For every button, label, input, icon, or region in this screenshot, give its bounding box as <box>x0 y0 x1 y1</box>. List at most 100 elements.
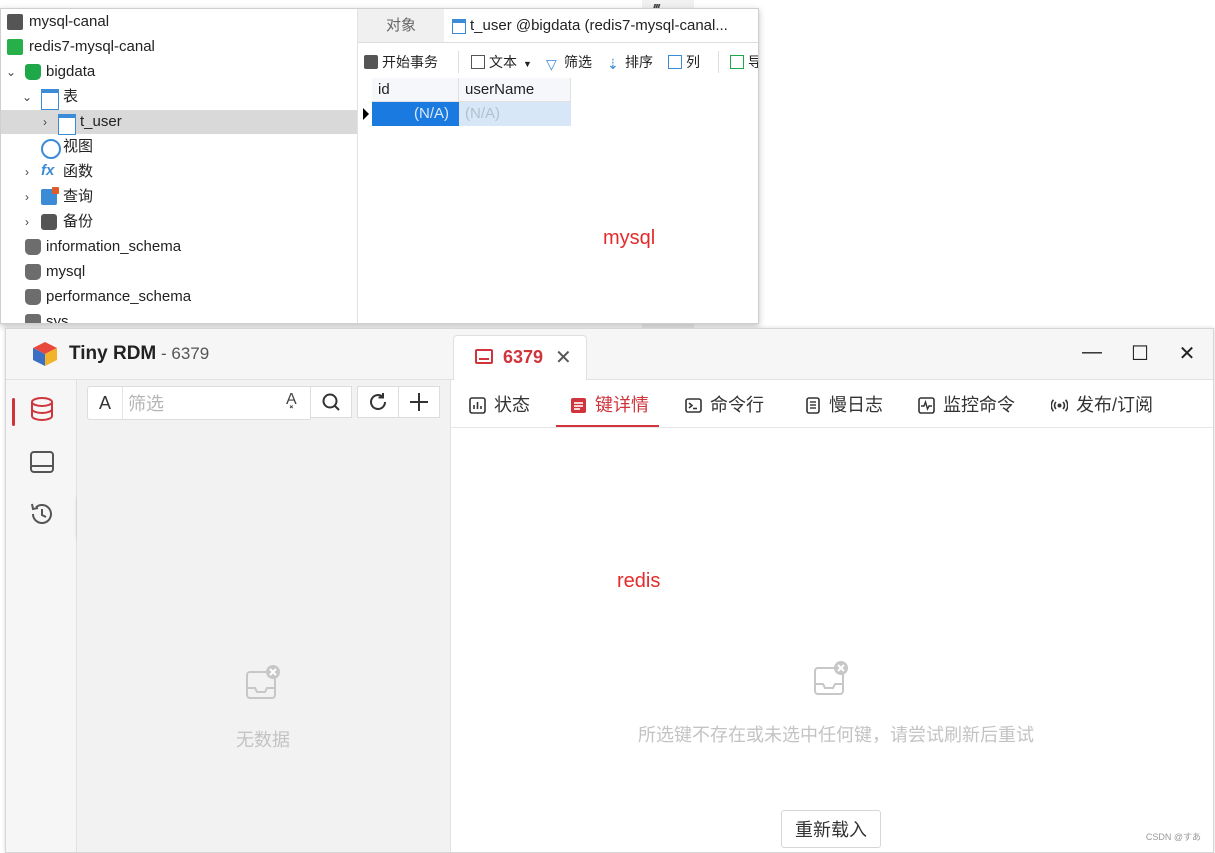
begin-transaction-button[interactable]: 开始事务 <box>364 51 438 73</box>
annotation-mysql: mysql <box>603 227 656 249</box>
filter-box: A A͓ <box>87 386 312 421</box>
app-title: Tiny RDM <box>69 343 157 364</box>
close-icon[interactable]: ✕ <box>555 345 572 370</box>
search-button[interactable] <box>310 386 352 418</box>
caret-down-icon: ▼ <box>523 59 532 69</box>
tab-monitor[interactable]: 监控命令 <box>918 391 1015 417</box>
tree-item-redis7-mysql-canal[interactable]: redis7-mysql-canal <box>1 35 357 59</box>
filter-type-button[interactable]: A <box>88 387 123 419</box>
tab-status[interactable]: 状态 <box>469 391 530 417</box>
tab-pubsub[interactable]: 发布/订阅 <box>1051 391 1153 417</box>
tab-cli[interactable]: 命令行 <box>685 391 764 417</box>
side-nav <box>6 380 77 852</box>
chevron-right-icon[interactable]: › <box>39 110 51 134</box>
backup-icon <box>41 214 57 230</box>
tab-key-detail[interactable]: 键详情 <box>570 391 649 417</box>
tree-item-mysql[interactable]: mysql <box>1 260 357 284</box>
tab-slow-log[interactable]: 慢日志 <box>804 391 883 417</box>
filter-input[interactable] <box>126 387 280 421</box>
column-header-id[interactable]: id <box>372 78 459 102</box>
refresh-button[interactable] <box>357 386 399 418</box>
columns-button[interactable]: 列 <box>668 51 700 73</box>
tree-item-queries[interactable]: › 查询 <box>1 185 357 209</box>
import-button[interactable]: 导 <box>730 51 758 73</box>
active-indicator <box>12 398 15 426</box>
tree-item-sys[interactable]: sys <box>1 310 357 324</box>
empty-inbox-icon <box>246 665 280 699</box>
tree-item-bigdata[interactable]: ⌄ bigdata <box>1 60 357 84</box>
active-tab-underline <box>556 425 659 427</box>
tab-t-user[interactable]: t_user @bigdata (redis7-mysql-canal... <box>444 9 758 42</box>
connection-icon <box>7 39 23 55</box>
content-area: 状态 键详情 命令行 慢日志 监控命令 发布/订阅 redis 所选键不存在或未… <box>451 380 1213 852</box>
history-icon[interactable] <box>28 500 56 528</box>
cell-username[interactable]: (N/A) <box>459 102 571 126</box>
column-header-username[interactable]: userName <box>459 78 571 102</box>
tree-item-views[interactable]: 视图 <box>1 135 357 159</box>
row-pointer-icon <box>363 108 369 120</box>
reload-button[interactable]: 重新载入 <box>781 810 881 848</box>
tab-objects[interactable]: 对象 <box>358 9 444 42</box>
chevron-down-icon[interactable]: ⌄ <box>5 60 17 84</box>
add-key-button[interactable] <box>398 386 440 418</box>
detail-tabs: 状态 键详情 命令行 慢日志 监控命令 发布/订阅 <box>451 380 1213 428</box>
title-bar: Tiny RDM - 6379 6379 ✕ — ☐ ✕ <box>6 329 1213 381</box>
minimize-button[interactable]: — <box>1077 341 1107 364</box>
empty-inbox-icon <box>814 661 848 695</box>
tree-item-label: 备份 <box>63 213 94 230</box>
tree-item-performance-schema[interactable]: performance_schema <box>1 285 357 309</box>
import-icon <box>730 55 744 69</box>
tab-connection-6379[interactable]: 6379 ✕ <box>453 335 587 381</box>
toolbar-divider <box>458 51 459 73</box>
close-window-button[interactable]: ✕ <box>1172 341 1202 366</box>
tree-item-backups[interactable]: › 备份 <box>1 210 357 234</box>
database-icon <box>25 239 41 255</box>
tree-item-label: 查询 <box>63 188 94 205</box>
tree-item-label: 函数 <box>63 163 94 180</box>
columns-icon <box>668 55 682 69</box>
app-logo-icon <box>33 342 57 366</box>
database-icon <box>364 55 378 69</box>
cell-id[interactable]: (N/A) <box>372 102 459 126</box>
text-mode-button[interactable]: 文本 ▼ <box>471 51 532 73</box>
table-icon <box>41 89 59 110</box>
broadcast-icon <box>1051 399 1068 412</box>
tree-item-functions[interactable]: › fx 函数 <box>1 160 357 184</box>
key-browser: A A͓ 无 <box>77 380 451 852</box>
table-icon <box>452 19 466 34</box>
sort-button[interactable]: ⇣ 排序 <box>607 51 653 73</box>
tree-item-t-user[interactable]: › t_user <box>1 110 357 135</box>
tree-item-mysql-canal[interactable]: mysql-canal <box>1 10 357 34</box>
maximize-button[interactable]: ☐ <box>1125 341 1155 366</box>
database-icon[interactable] <box>28 395 56 423</box>
document-icon <box>806 397 820 414</box>
chevron-right-icon[interactable]: › <box>21 210 33 234</box>
chevron-right-icon[interactable]: › <box>21 160 33 184</box>
tree-item-label: 视图 <box>63 138 94 155</box>
tree-item-information-schema[interactable]: information_schema <box>1 235 357 259</box>
empty-keys-text: 无数据 <box>236 730 290 750</box>
tree-item-label: redis7-mysql-canal <box>29 38 155 55</box>
filter-button[interactable]: ▽ 筛选 <box>546 51 592 73</box>
tree-item-tables[interactable]: ⌄ 表 <box>1 85 357 110</box>
watermark: CSDN @すあ <box>1145 832 1201 842</box>
connection-tree: mysql-canal redis7-mysql-canal ⌄ bigdata… <box>1 9 358 323</box>
tree-item-label: sys <box>46 313 69 324</box>
database-icon <box>25 289 41 305</box>
plus-icon <box>410 393 428 411</box>
tree-item-label: performance_schema <box>46 288 192 305</box>
match-case-icon[interactable]: A͓ <box>286 391 297 409</box>
refresh-icon <box>370 393 386 410</box>
document-icon <box>471 55 485 69</box>
function-icon: fx <box>41 162 55 179</box>
terminal-icon <box>685 398 702 413</box>
tree-item-label: mysql-canal <box>29 13 110 30</box>
server-icon[interactable] <box>28 448 56 476</box>
query-icon <box>41 187 59 205</box>
pulse-icon <box>918 397 935 414</box>
editor-toolbar: 开始事务 文本▼ ▽筛选 ⇣排序 列 导 <box>358 47 758 75</box>
chevron-right-icon[interactable]: › <box>21 185 33 209</box>
chevron-down-icon[interactable]: ⌄ <box>21 85 33 109</box>
tree-item-label: t_user <box>80 113 122 130</box>
tab-label: 6379 <box>503 347 544 367</box>
